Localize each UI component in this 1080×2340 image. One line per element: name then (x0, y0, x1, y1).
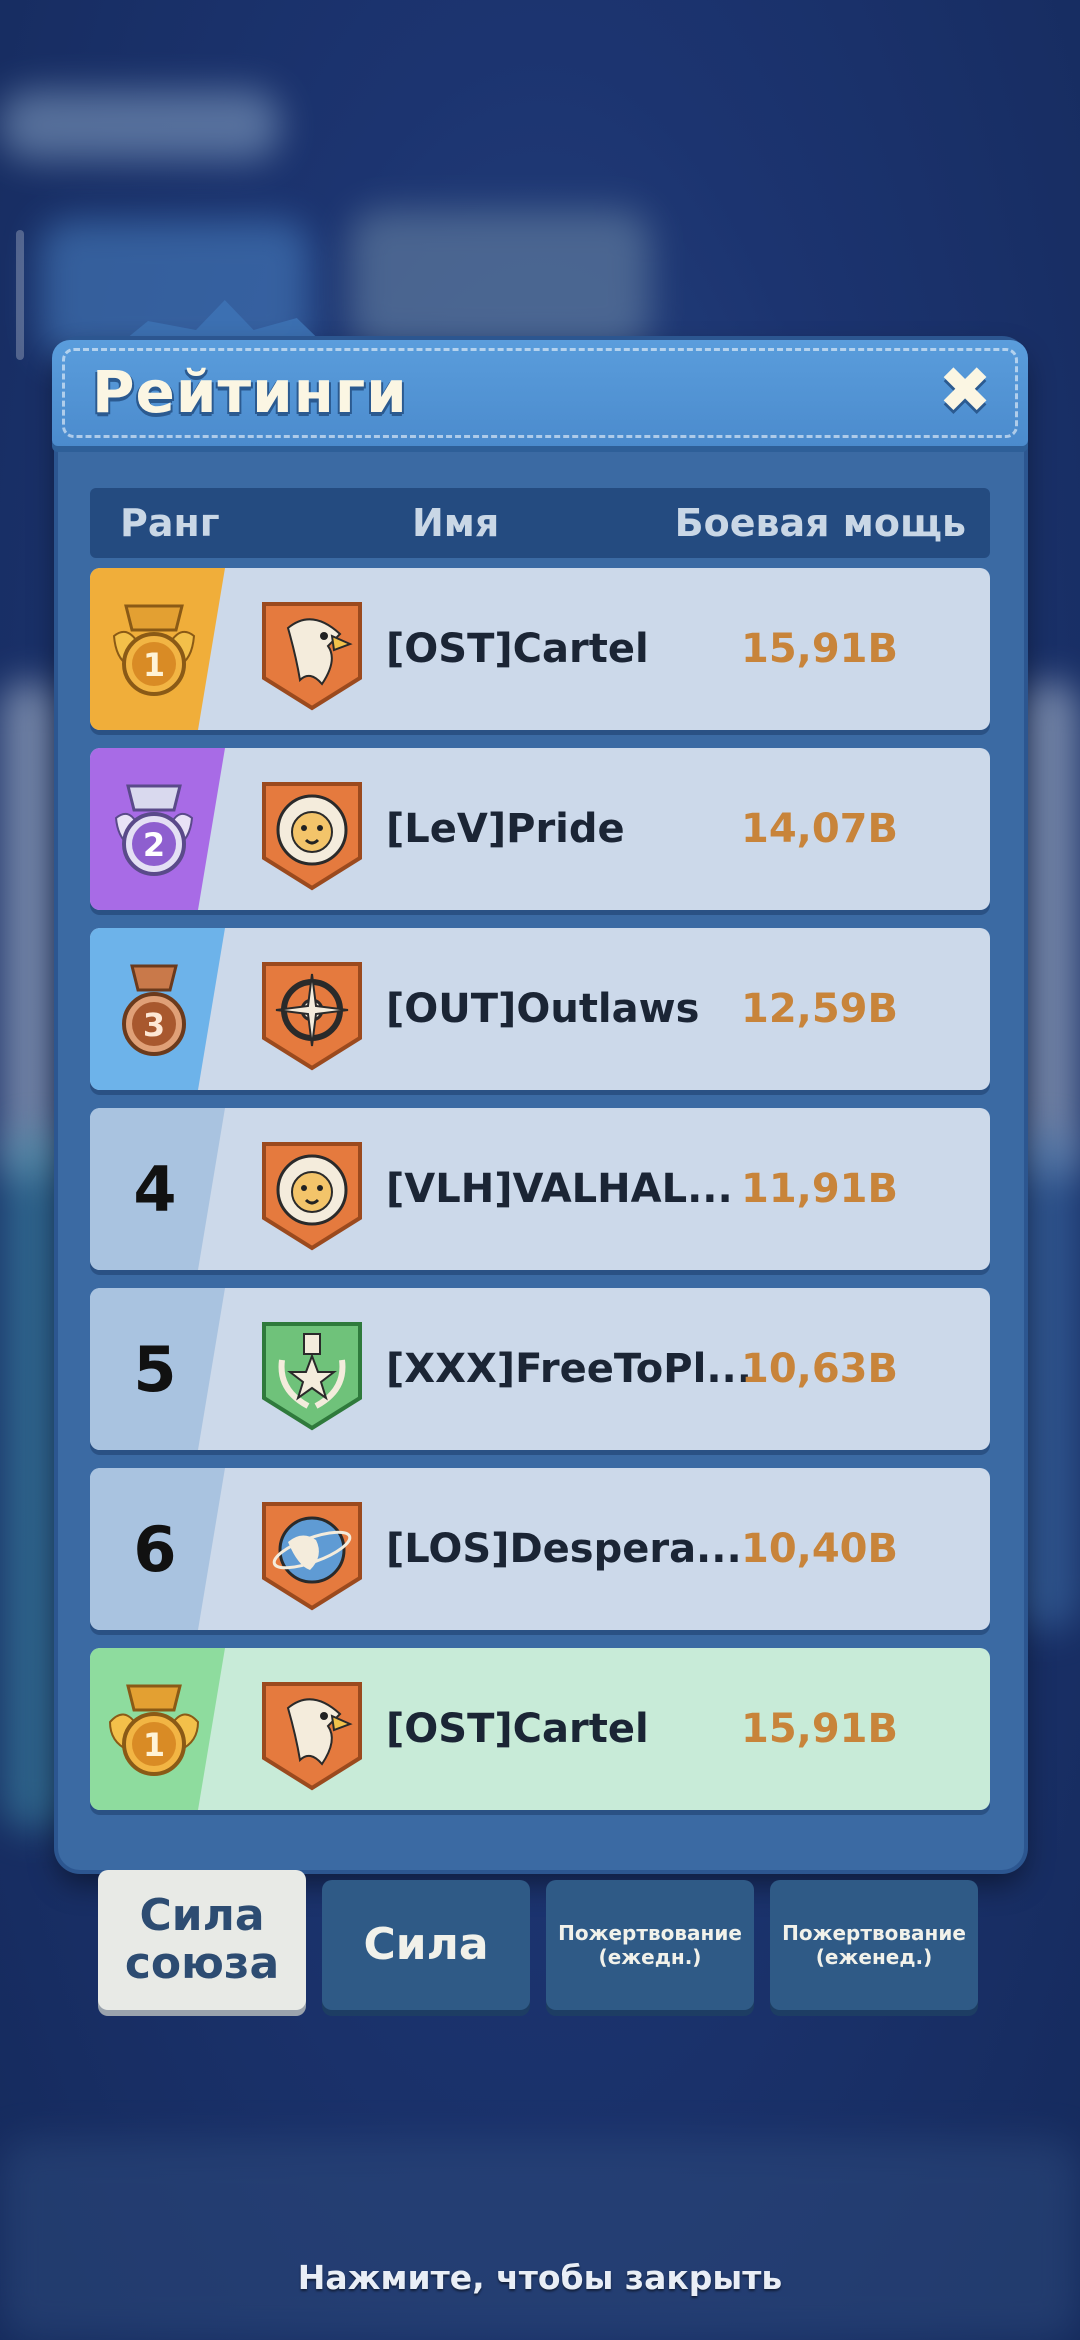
rank-number: 6 (133, 1512, 177, 1586)
tab-power[interactable]: Сила (322, 1880, 530, 2010)
table-row[interactable]: 3 [OUT]Outlaws 12,59B (90, 928, 990, 1090)
compass-emblem-icon (262, 962, 362, 1071)
alliance-power: 15,91B (740, 626, 898, 672)
eagle-emblem-icon (262, 602, 362, 711)
svg-text:3: 3 (143, 1006, 165, 1044)
alliance-name: [LeV]Pride (386, 806, 625, 852)
svg-text:1: 1 (143, 646, 165, 684)
gold-medal-icon: 1 (108, 1684, 200, 1776)
rank-number: 4 (133, 1152, 177, 1226)
alliance-name: [LOS]Despera... (386, 1526, 742, 1572)
column-header: Ранг Имя Боевая мощь (90, 488, 990, 558)
background-blur (0, 2140, 1080, 2340)
lion-emblem-icon (262, 782, 362, 891)
tab-donation-daily[interactable]: Пожертвование (ежедн.) (546, 1880, 754, 2010)
close-icon: ✖ (938, 354, 992, 428)
alliance-name: [OST]Cartel (386, 1706, 649, 1752)
alliance-name: [OUT]Outlaws (386, 986, 700, 1032)
eagle-emblem-icon (262, 1682, 362, 1791)
alliance-name: [OST]Cartel (386, 626, 649, 672)
table-row[interactable]: 6 [LOS]Despera... 10,40B (90, 1468, 990, 1630)
alliance-power: 10,40B (740, 1526, 898, 1572)
scrollbar (16, 230, 24, 360)
tap-to-close-hint[interactable]: Нажмите, чтобы закрыть (0, 2258, 1080, 2297)
background-blur (0, 90, 280, 160)
alliance-power: 11,91B (740, 1166, 898, 1212)
star-wreath-emblem-icon (262, 1322, 362, 1431)
table-row[interactable]: 4 [VLH]VALHAL... 11,91B (90, 1108, 990, 1270)
tab-donation-weekly[interactable]: Пожертвование (еженед.) (770, 1880, 978, 2010)
alliance-power: 15,91B (740, 1706, 898, 1752)
column-name: Имя (412, 501, 500, 545)
alliance-name: [VLH]VALHAL... (386, 1166, 733, 1212)
tab-alliance-power[interactable]: Сила союза (98, 1870, 306, 2010)
silver-medal-icon: 2 (114, 784, 194, 876)
lion-emblem-icon (262, 1142, 362, 1251)
alliance-power: 14,07B (740, 806, 898, 852)
background-blur (1020, 680, 1080, 1180)
svg-text:1: 1 (143, 1726, 165, 1764)
svg-text:2: 2 (143, 826, 165, 864)
my-alliance-row[interactable]: 1 [OST]Cartel 15,91B (90, 1648, 990, 1810)
column-rank: Ранг (120, 501, 220, 545)
panel-title: Рейтинги (92, 358, 408, 426)
alliance-power: 10,63B (740, 1346, 898, 1392)
alliance-name: [XXX]FreeToPl... (386, 1346, 752, 1392)
alliance-power: 12,59B (740, 986, 898, 1032)
bronze-medal-icon: 3 (122, 964, 186, 1056)
background-blur (350, 210, 650, 350)
close-button[interactable]: ✖ (930, 354, 1000, 428)
table-row[interactable]: 2 [LeV]Pride 14,07B (90, 748, 990, 910)
column-power: Боевая мощь (674, 501, 966, 545)
background-blur (0, 680, 60, 1180)
gold-medal-icon: 1 (112, 604, 196, 696)
rank-number: 5 (133, 1332, 177, 1406)
table-row[interactable]: 1 [OST]Cartel 15,91B (90, 568, 990, 730)
globe-emblem-icon (262, 1502, 362, 1611)
table-row[interactable]: 5 [XXX]FreeToPl... 10,63B (90, 1288, 990, 1450)
